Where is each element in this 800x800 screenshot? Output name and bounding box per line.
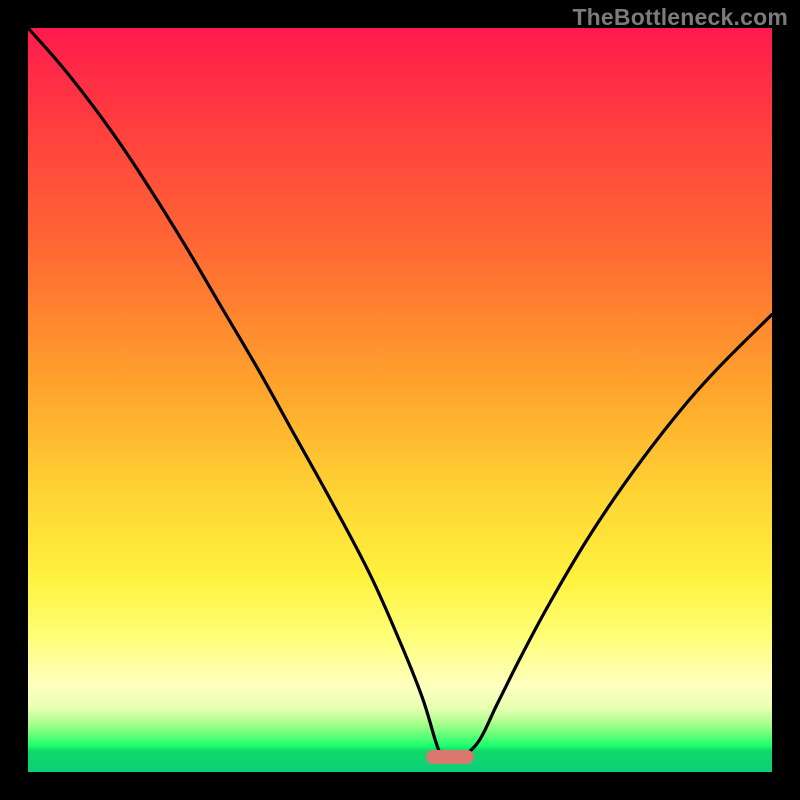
watermark-label: TheBottleneck.com xyxy=(572,4,788,31)
plot-area xyxy=(28,28,772,772)
chart-frame: TheBottleneck.com xyxy=(0,0,800,800)
optimal-marker xyxy=(426,750,474,764)
bottleneck-curve xyxy=(28,28,772,772)
